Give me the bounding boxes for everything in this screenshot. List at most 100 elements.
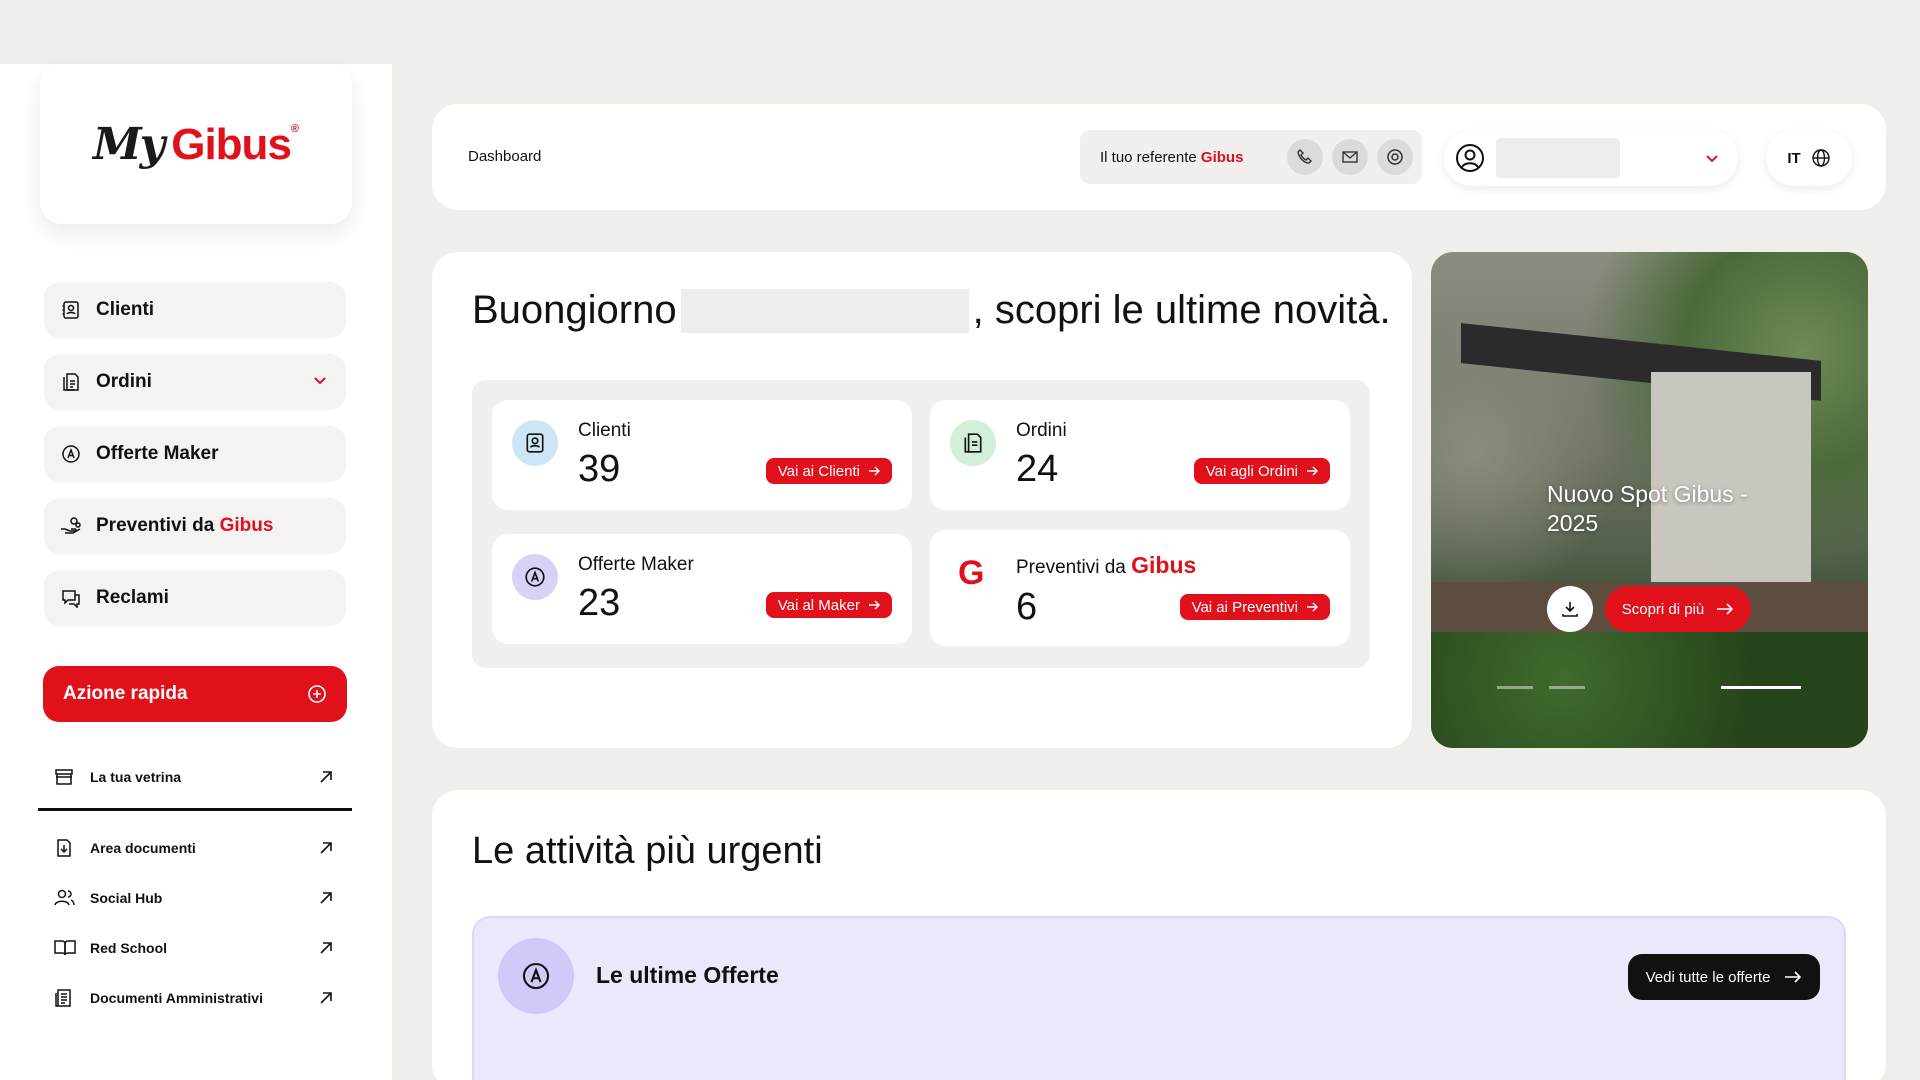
at-icon [1386,148,1404,166]
contacts-icon [60,299,82,321]
user-name-redacted [1496,138,1620,178]
stat-value: 24 [1016,448,1059,490]
quick-action-label: Azione rapida [63,683,188,704]
go-to-preventivi-button[interactable]: Vai ai Preventivi [1179,594,1330,620]
greeting-heading: Buongiorno , scopri le ultime novità. [472,288,1391,333]
sidebar-item-label: Clienti [96,299,155,320]
discover-more-button[interactable]: Scopri di più [1605,586,1751,632]
maker-icon [521,961,551,991]
arrow-up-right-icon [318,990,334,1006]
stat-title: Offerte Maker [578,554,694,575]
stat-card-preventivi[interactable]: G Preventivi da Gibus 6 Vai ai Preventiv… [930,530,1350,646]
carousel-dot-active[interactable] [1721,686,1801,689]
stat-card-ordini[interactable]: Ordini 24 Vai agli Ordini [930,400,1350,510]
carousel-dot[interactable] [1549,686,1585,689]
arrow-right-icon [1716,602,1734,616]
contacts-icon [524,432,546,454]
sidebar-item-offerte-maker[interactable]: Offerte Maker [44,426,346,482]
contact-button[interactable] [1377,139,1413,175]
stat-value: 39 [578,448,621,490]
stat-title-prefix: Preventivi da [1016,557,1126,578]
sidebar: My Gibus ® Clienti Ordini Offerte Maker [0,64,392,1080]
link-red-school[interactable]: Red School [38,923,352,973]
chat-icon [60,587,82,609]
link-la-tua-vetrina[interactable]: La tua vetrina [38,752,352,802]
arrow-right-icon [1306,601,1318,613]
pill-label: Vai ai Preventivi [1191,598,1298,616]
promo-title: Nuovo Spot Gibus - 2025 [1547,481,1748,536]
stat-icon-circle [950,420,996,466]
stat-card-offerte-maker[interactable]: Offerte Maker 23 Vai al Maker [492,534,912,644]
user-menu[interactable] [1444,130,1738,186]
phone-button[interactable] [1287,139,1323,175]
language-selector[interactable]: IT [1766,130,1852,186]
referent-text: Il tuo referente Gibus [1100,149,1287,166]
arrow-up-right-icon [318,840,334,856]
book-icon [54,937,76,959]
stat-card-clienti[interactable]: Clienti 39 Vai ai Clienti [492,400,912,510]
carousel-dots [1497,686,1801,689]
orders-icon [60,371,82,393]
sidebar-item-preventivi[interactable]: Preventivi da Gibus [44,498,346,554]
link-social-hub[interactable]: Social Hub [38,873,352,923]
stat-title: Ordini [1016,420,1067,441]
chevron-down-icon [1704,150,1720,166]
arrow-right-icon [1306,465,1318,477]
go-to-maker-button[interactable]: Vai al Maker [765,592,892,618]
sidebar-item-clienti[interactable]: Clienti [44,282,346,338]
cta-label: Scopri di più [1621,600,1705,618]
logo-my: My [92,118,165,170]
referent-prefix: Il tuo referente [1100,148,1197,166]
arrow-up-right-icon [318,769,334,785]
plus-circle-icon [307,684,327,704]
preventivi-prefix: Preventivi da [96,515,215,536]
document-download-icon [54,837,76,859]
globe-icon [1811,148,1831,168]
pill-label: Vai ai Clienti [777,462,860,480]
logo-brand: Gibus [171,119,292,169]
pill-label: Vai agli Ordini [1205,462,1298,480]
offers-icon-circle [498,938,574,1014]
go-to-clienti-button[interactable]: Vai ai Clienti [765,458,892,484]
breadcrumb[interactable]: Dashboard [468,148,541,165]
email-button[interactable] [1332,139,1368,175]
maker-icon [60,443,82,465]
quick-action-button[interactable]: Azione rapida [43,666,347,722]
sidebar-item-label: Preventivi da Gibus [96,515,273,537]
arrow-up-right-icon [318,940,334,956]
user-name-redacted [680,288,969,333]
carousel-dot[interactable] [1497,686,1533,689]
link-label: Area documenti [90,840,196,856]
arrow-up-right-icon [318,890,334,906]
stat-title-brand: Gibus [1131,552,1197,578]
sidebar-links: La tua vetrina Area documenti Social Hub [38,752,352,1023]
stat-icon-circle [512,554,558,600]
link-label: Social Hub [90,890,163,906]
download-button[interactable] [1547,586,1593,632]
stats-panel: Clienti 39 Vai ai Clienti Ordini 24 Vai … [472,380,1370,668]
divider [38,808,352,811]
link-label: Red School [90,940,168,956]
arrow-right-icon [1784,970,1802,984]
garden-bushes [1431,632,1868,748]
sidebar-nav: Clienti Ordini Offerte Maker Preventivi … [44,282,346,642]
logo-card[interactable]: My Gibus ® [40,64,352,224]
maker-icon [524,566,546,588]
hand-coins-icon [60,515,82,537]
users-icon [54,887,76,909]
mygibus-logo: My Gibus ® [93,119,299,170]
sidebar-item-reclami[interactable]: Reclami [44,570,346,626]
link-documenti-amministrativi[interactable]: Documenti Amministrativi [38,973,352,1023]
offers-title: Le ultime Offerte [596,962,779,988]
chevron-down-icon[interactable] [312,372,328,388]
welcome-card: Buongiorno , scopri le ultime novità. Cl… [432,252,1412,748]
promo-banner[interactable]: Nuovo Spot Gibus - 2025 Scopri di più [1431,252,1868,748]
referent-brand: Gibus [1200,148,1244,166]
logo-reg: ® [290,122,300,135]
language-code: IT [1787,149,1801,167]
sidebar-item-ordini[interactable]: Ordini [44,354,346,410]
view-all-offers-button[interactable]: Vedi tutte le offerte [1628,954,1820,1000]
link-label: Documenti Amministrativi [90,990,263,1006]
link-area-documenti[interactable]: Area documenti [38,823,352,873]
go-to-ordini-button[interactable]: Vai agli Ordini [1193,458,1330,484]
